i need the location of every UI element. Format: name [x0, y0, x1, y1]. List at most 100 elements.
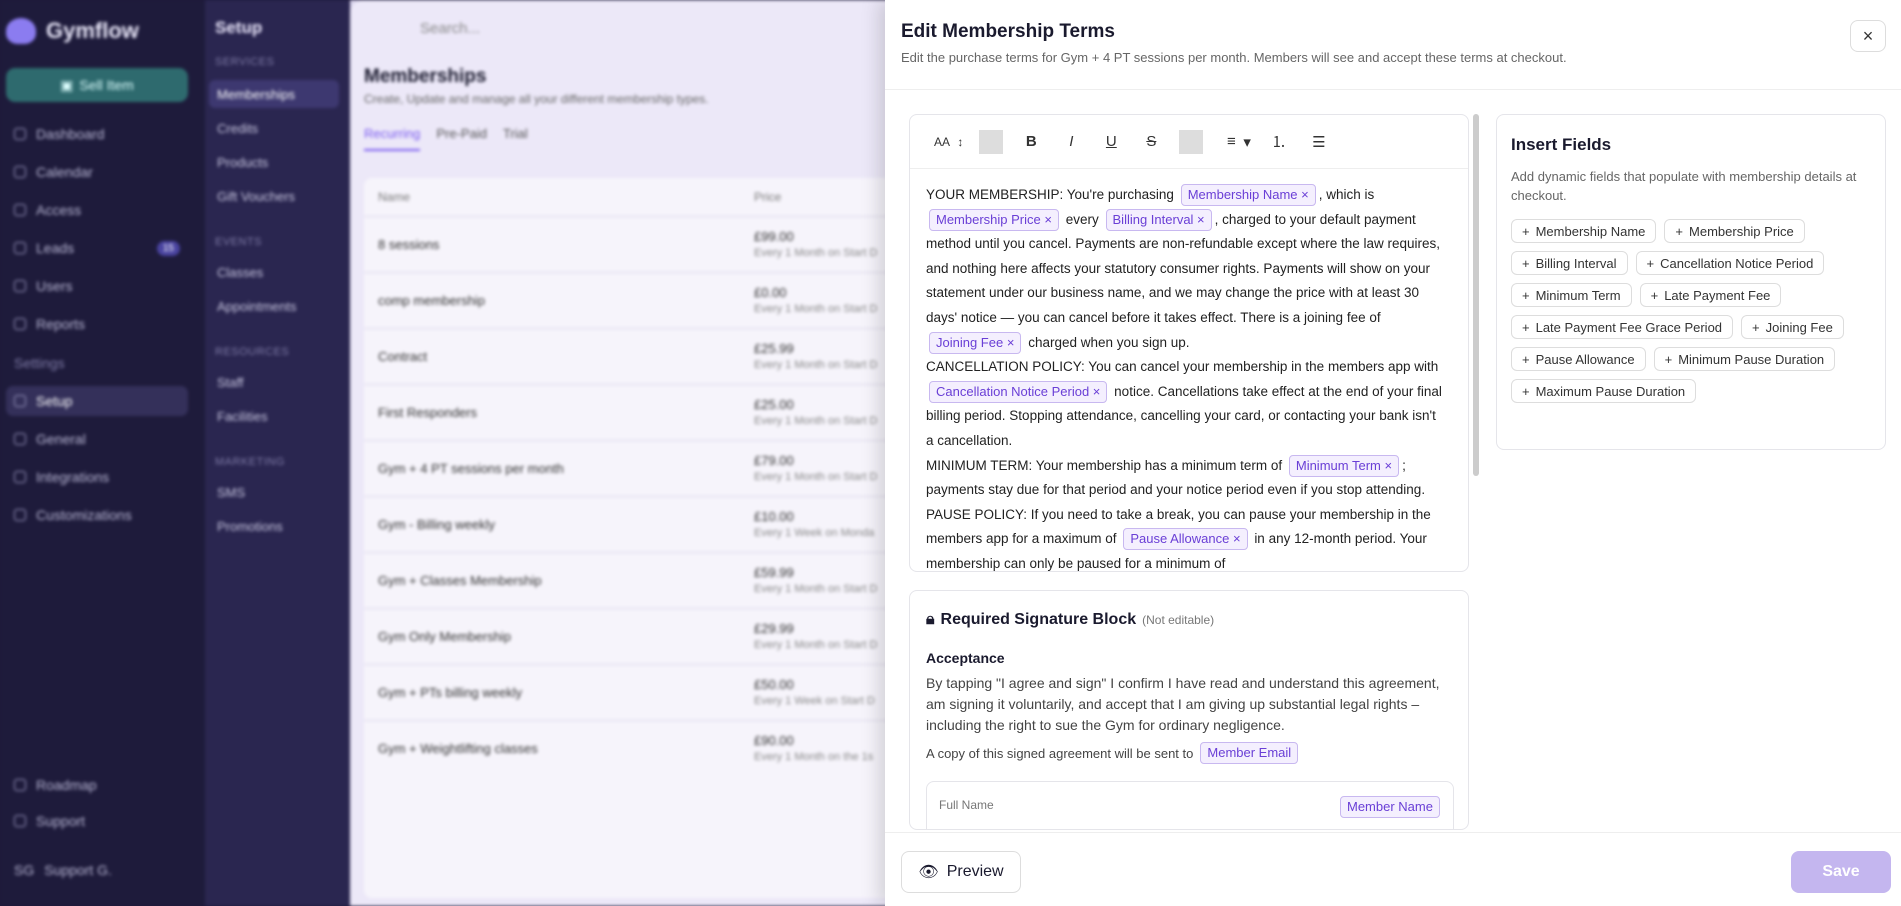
field-chip-minimum-term[interactable]: Minimum Term × [1288, 454, 1400, 477]
users-icon [14, 280, 26, 292]
terms-editor[interactable]: AA ↕ B I U S ≡ ▾ ⒈ ☰ YOUR MEMBERSHIP: You… [909, 114, 1469, 572]
insert-fields-description: Add dynamic fields that populate with me… [1511, 169, 1857, 203]
insert-field-button[interactable]: + Membership Price [1664, 219, 1805, 243]
editor-toolbar: AA ↕ B I U S ≡ ▾ ⒈ ☰ [910, 115, 1468, 169]
terms-text: MINIMUM TERM: Your membership has a mini… [926, 457, 1283, 473]
subnav-item-promotions[interactable]: Promotions [209, 512, 339, 540]
nav-support[interactable]: Support [6, 806, 188, 836]
nav-label: Access [36, 202, 82, 218]
row-price-value: £59.99 [754, 565, 794, 580]
bullet-list-button[interactable]: ☰ [1307, 130, 1331, 154]
field-chip-member-name: Member Name [1340, 796, 1440, 818]
toolbar-divider [979, 129, 1004, 154]
nav-label: Reports [36, 316, 86, 332]
nav-access[interactable]: Access [6, 195, 188, 225]
table-row[interactable]: Gym + 4 PT sessions per month £79.00 Every… [364, 440, 924, 496]
table-row[interactable]: 8 sessions £99.00 Every 1 Month on Start D [364, 216, 924, 272]
nav-roadmap[interactable]: Roadmap [6, 770, 188, 800]
tab-trial[interactable]: Trial [503, 126, 528, 151]
table-row[interactable]: Gym + Classes Membership £59.99 Every 1 Mo… [364, 552, 924, 608]
nav-calendar[interactable]: Calendar [6, 157, 188, 187]
insert-field-button[interactable]: + Joining Fee [1741, 315, 1844, 339]
search-input[interactable]: Search... [420, 20, 480, 37]
field-chip-pause-allowance[interactable]: Pause Allowance × [1123, 528, 1248, 551]
nav-setup[interactable]: Setup [6, 386, 188, 416]
row-name: Gym + Weightlifting classes [378, 741, 538, 756]
key-icon [14, 204, 26, 216]
preview-button[interactable]: 👁︎ Preview [901, 851, 1021, 893]
insert-field-button[interactable]: + Late Payment Fee Grace Period [1511, 315, 1734, 339]
eye-icon: 👁︎ [918, 864, 939, 881]
subnav-item-credits[interactable]: Credits [209, 114, 339, 142]
subnav-item-staff[interactable]: Staff [209, 368, 339, 396]
divider [885, 89, 1901, 90]
nav-label: Customizations [36, 507, 132, 523]
field-chip-membership-price[interactable]: Membership Price × [929, 208, 1059, 231]
subnav-item-memberships[interactable]: Memberships [209, 80, 339, 108]
subnav-item-facilities[interactable]: Facilities [209, 402, 339, 430]
underline-button[interactable]: U [1099, 130, 1123, 154]
nav-leads[interactable]: Leads 15 [6, 233, 188, 263]
insert-field-button[interactable]: + Billing Interval [1511, 251, 1628, 275]
field-chip-membership-name[interactable]: Membership Name × [1180, 184, 1316, 206]
subnav-item-sms[interactable]: SMS [209, 478, 339, 506]
subnav-item-classes[interactable]: Classes [209, 258, 339, 286]
italic-button[interactable]: I [1059, 130, 1083, 154]
insert-field-button[interactable]: + Minimum Term [1511, 283, 1632, 307]
app-name: Gymflow [46, 18, 139, 43]
nav-customizations[interactable]: Customizations [6, 500, 188, 530]
insert-fields-title: Insert Fields [1511, 135, 1612, 154]
table-row[interactable]: comp membership £0.00 Every 1 Month on Sta… [364, 272, 924, 328]
acceptance-heading: Acceptance [926, 650, 1005, 666]
memberships-page: Search... Memberships Create, Update and… [350, 0, 924, 906]
close-button[interactable]: × [1850, 20, 1886, 52]
row-price-value: £90.00 [754, 733, 794, 748]
table-row[interactable]: Contract £25.99 Every 1 Month on Start D [364, 328, 924, 384]
user-menu[interactable]: SG Support G. [6, 855, 188, 885]
field-chip-billing-interval[interactable]: Billing Interval × [1105, 208, 1212, 231]
nav-dashboard[interactable]: Dashboard [6, 119, 188, 149]
table-row[interactable]: Gym + PTs billing weekly £50.00 Every 1 We… [364, 664, 924, 720]
insert-field-button[interactable]: + Late Payment Fee [1639, 283, 1782, 307]
column-name: Name [378, 190, 411, 204]
insert-field-button[interactable]: + Cancellation Notice Period [1635, 251, 1825, 275]
row-price-sub: Every 1 Month on Start D [754, 359, 878, 371]
scrollbar[interactable] [1473, 114, 1479, 476]
nav-reports[interactable]: Reports [6, 309, 188, 339]
table-row[interactable]: Gym + Weightlifting classes £90.00 Every 1… [364, 720, 924, 776]
ordered-list-icon: ⒈ [1271, 134, 1287, 151]
save-button[interactable]: Save [1791, 851, 1891, 893]
subnav-item-products[interactable]: Products [209, 148, 339, 176]
insert-field-button[interactable]: + Pause Allowance [1511, 347, 1646, 371]
subnav-item-gift-vouchers[interactable]: Gift Vouchers [209, 182, 339, 210]
nav-general[interactable]: General [6, 424, 188, 454]
sell-item-button[interactable]: ▣ Sell Item [6, 68, 188, 102]
nav-integrations[interactable]: Integrations [6, 462, 188, 492]
nav-settings[interactable]: Settings [6, 348, 188, 378]
insert-field-button[interactable]: + Maximum Pause Duration [1511, 379, 1697, 403]
field-chip-cancellation-notice[interactable]: Cancellation Notice Period × [929, 380, 1108, 403]
nav-label: Calendar [36, 164, 93, 180]
tab-pre-paid[interactable]: Pre-Paid [436, 126, 487, 151]
nav-users[interactable]: Users [6, 271, 188, 301]
filter-icon [14, 242, 26, 254]
subnav-item-appointments[interactable]: Appointments [209, 292, 339, 320]
ordered-list-button[interactable]: ⒈ [1267, 130, 1291, 154]
bold-button[interactable]: B [1019, 130, 1043, 154]
signature-header: 🔒︎ Required Signature Block (Not editable) [926, 611, 1214, 629]
insert-field-button[interactable]: + Membership Name [1511, 219, 1657, 243]
link-icon [14, 471, 26, 483]
field-chip-joining-fee[interactable]: Joining Fee × [929, 331, 1022, 354]
align-button[interactable]: ≡ ▾ [1219, 130, 1251, 154]
insert-field-button[interactable]: + Minimum Pause Duration [1653, 347, 1836, 371]
plus-icon: + [1522, 383, 1530, 399]
font-size-button[interactable]: AA ↕ [930, 130, 963, 154]
reports-icon [14, 318, 26, 330]
terms-content[interactable]: YOUR MEMBERSHIP: You're purchasing Membe… [926, 183, 1446, 571]
table-row[interactable]: First Responders £25.00 Every 1 Month on S… [364, 384, 924, 440]
table-row[interactable]: Gym - Billing weekly £10.00 Every 1 Week o… [364, 496, 924, 552]
strikethrough-button[interactable]: S [1139, 130, 1163, 154]
table-row[interactable]: Gym Only Membership £29.99 Every 1 Month o… [364, 608, 924, 664]
tab-recurring[interactable]: Recurring [364, 126, 421, 151]
row-price-value: £29.99 [754, 621, 794, 636]
